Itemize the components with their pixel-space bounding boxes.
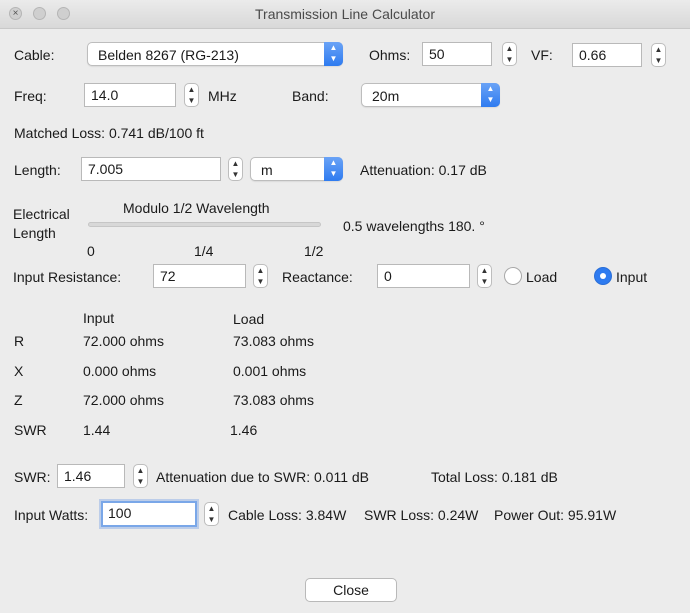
swr-stepper[interactable]: ▲ ▼ xyxy=(133,464,148,488)
slider-tick-label: 1/2 xyxy=(304,243,324,259)
stepper-down-icon[interactable]: ▼ xyxy=(652,55,665,66)
vf-input[interactable]: 0.66 xyxy=(572,43,642,67)
close-button[interactable]: Close xyxy=(305,578,397,602)
vf-stepper[interactable]: ▲ ▼ xyxy=(651,43,666,67)
stepper-down-icon[interactable]: ▼ xyxy=(185,95,198,106)
results-column-input: Input xyxy=(83,310,115,326)
stepper-up-icon[interactable]: ▲ xyxy=(134,465,147,476)
ohms-stepper[interactable]: ▲ ▼ xyxy=(502,42,517,66)
stepper-up-icon[interactable]: ▲ xyxy=(185,84,198,95)
row-input-value: 72.000 ohms xyxy=(83,392,164,408)
radio-selected-dot xyxy=(600,273,606,279)
input-resistance-stepper[interactable]: ▲ ▼ xyxy=(253,264,268,288)
stepper-down-icon[interactable]: ▼ xyxy=(134,476,147,487)
ohms-label: Ohms: xyxy=(369,47,411,63)
attenuation-text: Attenuation: 0.17 dB xyxy=(360,162,487,178)
freq-label: Freq: xyxy=(14,88,47,104)
window-title: Transmission Line Calculator xyxy=(255,6,435,22)
row-name: Z xyxy=(14,392,23,408)
chevron-updown-icon: ▲ ▼ xyxy=(481,83,500,107)
reactance-label: Reactance: xyxy=(282,269,353,285)
cable-label: Cable: xyxy=(14,47,55,63)
input-watts-input[interactable]: 100 xyxy=(101,501,197,527)
cable-select[interactable]: Belden 8267 (RG-213) ▲ ▼ xyxy=(87,42,343,66)
row-name: X xyxy=(14,363,24,379)
stepper-down-icon[interactable]: ▼ xyxy=(254,276,267,287)
row-load-value: 1.46 xyxy=(230,422,258,438)
band-label: Band: xyxy=(292,88,329,104)
attenuation-due-swr-text: Attenuation due to SWR: 0.011 dB xyxy=(156,469,369,485)
row-load-value: 0.001 ohms xyxy=(233,363,307,379)
row-input-value: 72.000 ohms xyxy=(83,333,164,349)
input-radio[interactable] xyxy=(594,267,612,285)
stepper-up-icon[interactable]: ▲ xyxy=(205,503,218,514)
transmission-line-calculator-window: × Transmission Line Calculator Cable: Be… xyxy=(0,0,690,613)
slider-tick-label: 1/4 xyxy=(194,243,214,259)
chevron-updown-icon: ▲ ▼ xyxy=(324,157,343,181)
row-load-value: 73.083 ohms xyxy=(233,392,314,408)
stepper-up-icon[interactable]: ▲ xyxy=(478,265,491,276)
length-input[interactable]: 7.005 xyxy=(81,157,221,181)
electrical-length-slider[interactable] xyxy=(88,222,321,227)
swr-input[interactable]: 1.46 xyxy=(57,464,125,488)
stepper-down-icon[interactable]: ▼ xyxy=(503,54,516,65)
row-name: R xyxy=(14,333,25,349)
cable-loss-text: Cable Loss: 3.84W xyxy=(228,507,347,523)
freq-stepper[interactable]: ▲ ▼ xyxy=(184,83,199,107)
matched-loss-text: Matched Loss: 0.741 dB/100 ft xyxy=(14,125,204,141)
stepper-up-icon[interactable]: ▲ xyxy=(254,265,267,276)
input-watts-label: Input Watts: xyxy=(14,507,89,523)
cable-select-value: Belden 8267 (RG-213) xyxy=(98,47,239,63)
stepper-up-icon[interactable]: ▲ xyxy=(652,44,665,55)
freq-input[interactable]: 14.0 xyxy=(84,83,176,107)
length-unit-value: m xyxy=(261,162,273,178)
freq-unit: MHz xyxy=(208,88,237,104)
load-radio[interactable] xyxy=(504,267,522,285)
stepper-up-icon[interactable]: ▲ xyxy=(229,158,242,169)
power-out-text: Power Out: 95.91W xyxy=(494,507,617,523)
swr-loss-text: SWR Loss: 0.24W xyxy=(364,507,479,523)
reactance-stepper[interactable]: ▲ ▼ xyxy=(477,264,492,288)
length-label: Length: xyxy=(14,162,61,178)
input-radio-label[interactable]: Input xyxy=(616,268,647,286)
slider-title: Modulo 1/2 Wavelength xyxy=(123,200,270,216)
results-column-load: Load xyxy=(233,311,265,327)
slider-tick-label: 0 xyxy=(87,243,95,259)
electrical-length-label-1: Electrical xyxy=(13,206,70,222)
ohms-input[interactable]: 50 xyxy=(422,42,492,66)
band-select[interactable]: 20m ▲ ▼ xyxy=(361,83,500,107)
stepper-down-icon[interactable]: ▼ xyxy=(478,276,491,287)
row-name: SWR xyxy=(14,422,47,438)
total-loss-text: Total Loss: 0.181 dB xyxy=(431,469,558,485)
wavelength-readout: 0.5 wavelengths 180. ° xyxy=(343,218,485,234)
band-select-value: 20m xyxy=(372,88,400,104)
input-watts-stepper[interactable]: ▲ ▼ xyxy=(204,502,219,526)
stepper-down-icon[interactable]: ▼ xyxy=(205,514,218,525)
load-radio-label[interactable]: Load xyxy=(526,268,557,286)
stepper-up-icon[interactable]: ▲ xyxy=(503,43,516,54)
row-input-value: 0.000 ohms xyxy=(83,363,157,379)
input-resistance-input[interactable]: 72 xyxy=(153,264,246,288)
input-resistance-label: Input Resistance: xyxy=(13,269,122,285)
chevron-updown-icon: ▲ ▼ xyxy=(324,42,343,66)
stepper-down-icon[interactable]: ▼ xyxy=(229,169,242,180)
length-unit-select[interactable]: m ▲ ▼ xyxy=(250,157,343,181)
swr-label: SWR: xyxy=(14,469,51,485)
title-bar: × Transmission Line Calculator xyxy=(0,0,690,29)
reactance-input[interactable]: 0 xyxy=(377,264,470,288)
vf-label: VF: xyxy=(531,47,553,63)
electrical-length-label-2: Length xyxy=(13,225,56,241)
length-stepper[interactable]: ▲ ▼ xyxy=(228,157,243,181)
row-load-value: 73.083 ohms xyxy=(233,333,314,349)
row-input-value: 1.44 xyxy=(83,422,111,438)
